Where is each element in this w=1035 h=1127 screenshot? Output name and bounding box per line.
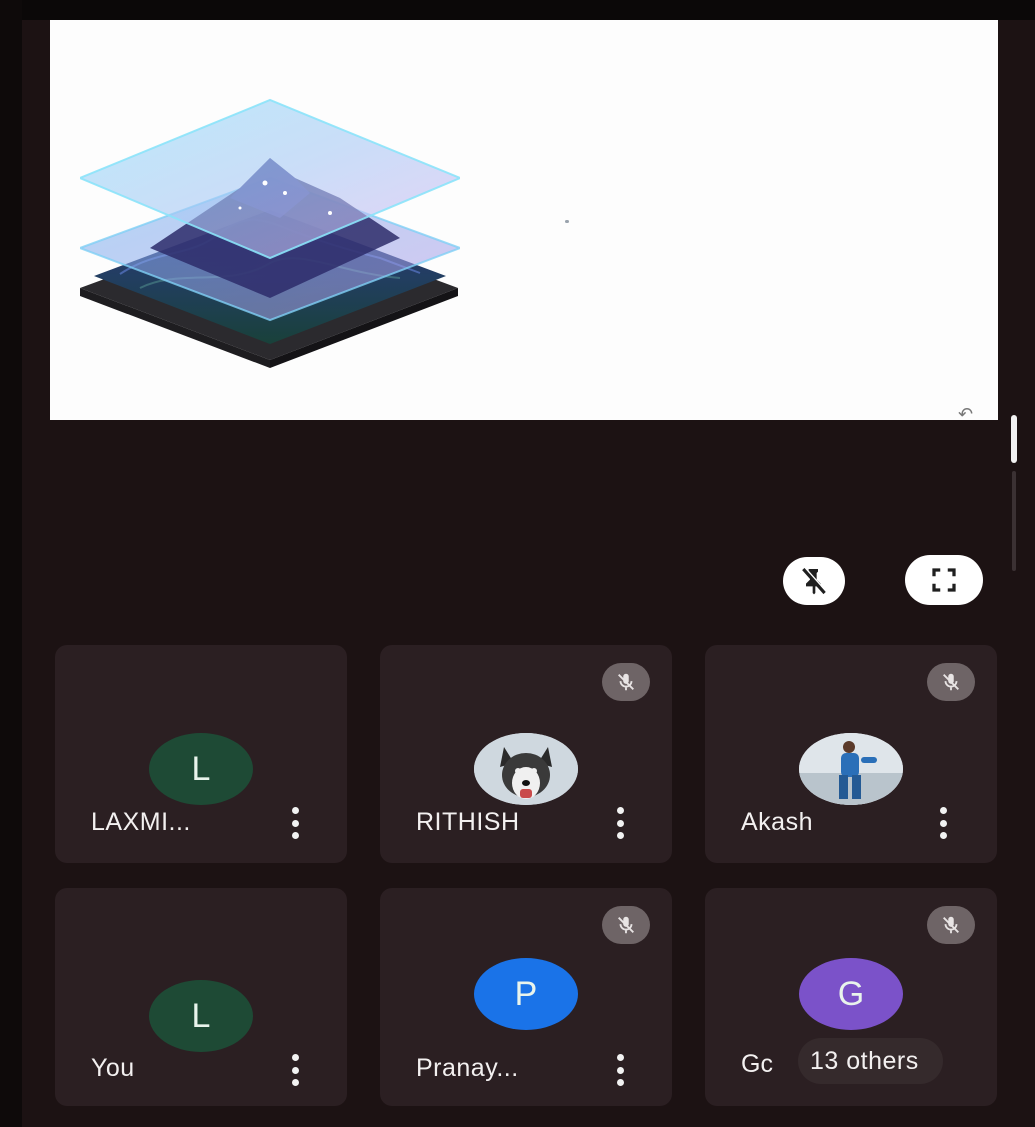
participant-tile[interactable]: Akash (705, 645, 997, 863)
participant-tile-self[interactable]: L You (55, 888, 347, 1106)
participant-name-prefix: Gс (741, 1050, 773, 1078)
mic-off-svg (618, 916, 634, 934)
mic-off-svg (943, 673, 959, 691)
scrollbar[interactable] (1008, 415, 1018, 575)
avatar-photo-husky (474, 733, 578, 805)
participant-name: You (91, 1054, 135, 1082)
mic-off-svg (943, 916, 959, 934)
layered-map-illustration (80, 98, 460, 368)
more-options-button[interactable] (610, 805, 630, 841)
scroll-thumb[interactable] (1011, 415, 1017, 463)
participant-name: Akash (741, 808, 813, 836)
participant-tile[interactable]: L LAXMI... (55, 645, 347, 863)
participant-tile[interactable]: RITHISH (380, 645, 672, 863)
mic-off-svg (618, 673, 634, 691)
left-edge (0, 0, 22, 1127)
fullscreen-icon (932, 568, 956, 592)
mic-off-icon (602, 906, 650, 944)
avatar: G (799, 958, 903, 1030)
screen-speck (565, 220, 569, 223)
participant-name: RITHISH (416, 808, 520, 836)
husky-photo (474, 733, 578, 805)
participant-tile-others[interactable]: G Gс 13 others (705, 888, 997, 1106)
others-count-chip[interactable]: 13 others (798, 1038, 943, 1084)
avatar: L (149, 733, 253, 805)
more-options-button[interactable] (610, 1052, 630, 1088)
mic-off-icon (927, 906, 975, 944)
participant-tile[interactable]: P Pranay... (380, 888, 672, 1106)
meeting-window: ↶ L LAXMI... RITHISH Akash L You P Prana… (0, 0, 1035, 1127)
participant-name: LAXMI... (91, 808, 191, 836)
scroll-track (1012, 471, 1016, 571)
arrow-icon: ↶ (958, 404, 974, 424)
more-options-button[interactable] (285, 805, 305, 841)
presentation-screen[interactable] (50, 20, 998, 420)
person-photo (799, 733, 903, 805)
unpin-button[interactable] (783, 557, 845, 605)
fullscreen-button[interactable] (905, 555, 983, 605)
top-bar (0, 0, 1035, 20)
mic-off-icon (602, 663, 650, 701)
participant-name: Pranay... (416, 1054, 519, 1082)
more-options-button[interactable] (933, 805, 953, 841)
avatar: L (149, 980, 253, 1052)
mic-off-icon (927, 663, 975, 701)
avatar: P (474, 958, 578, 1030)
more-options-button[interactable] (285, 1052, 305, 1088)
avatar-photo-person (799, 733, 903, 805)
unpin-icon (802, 567, 827, 595)
